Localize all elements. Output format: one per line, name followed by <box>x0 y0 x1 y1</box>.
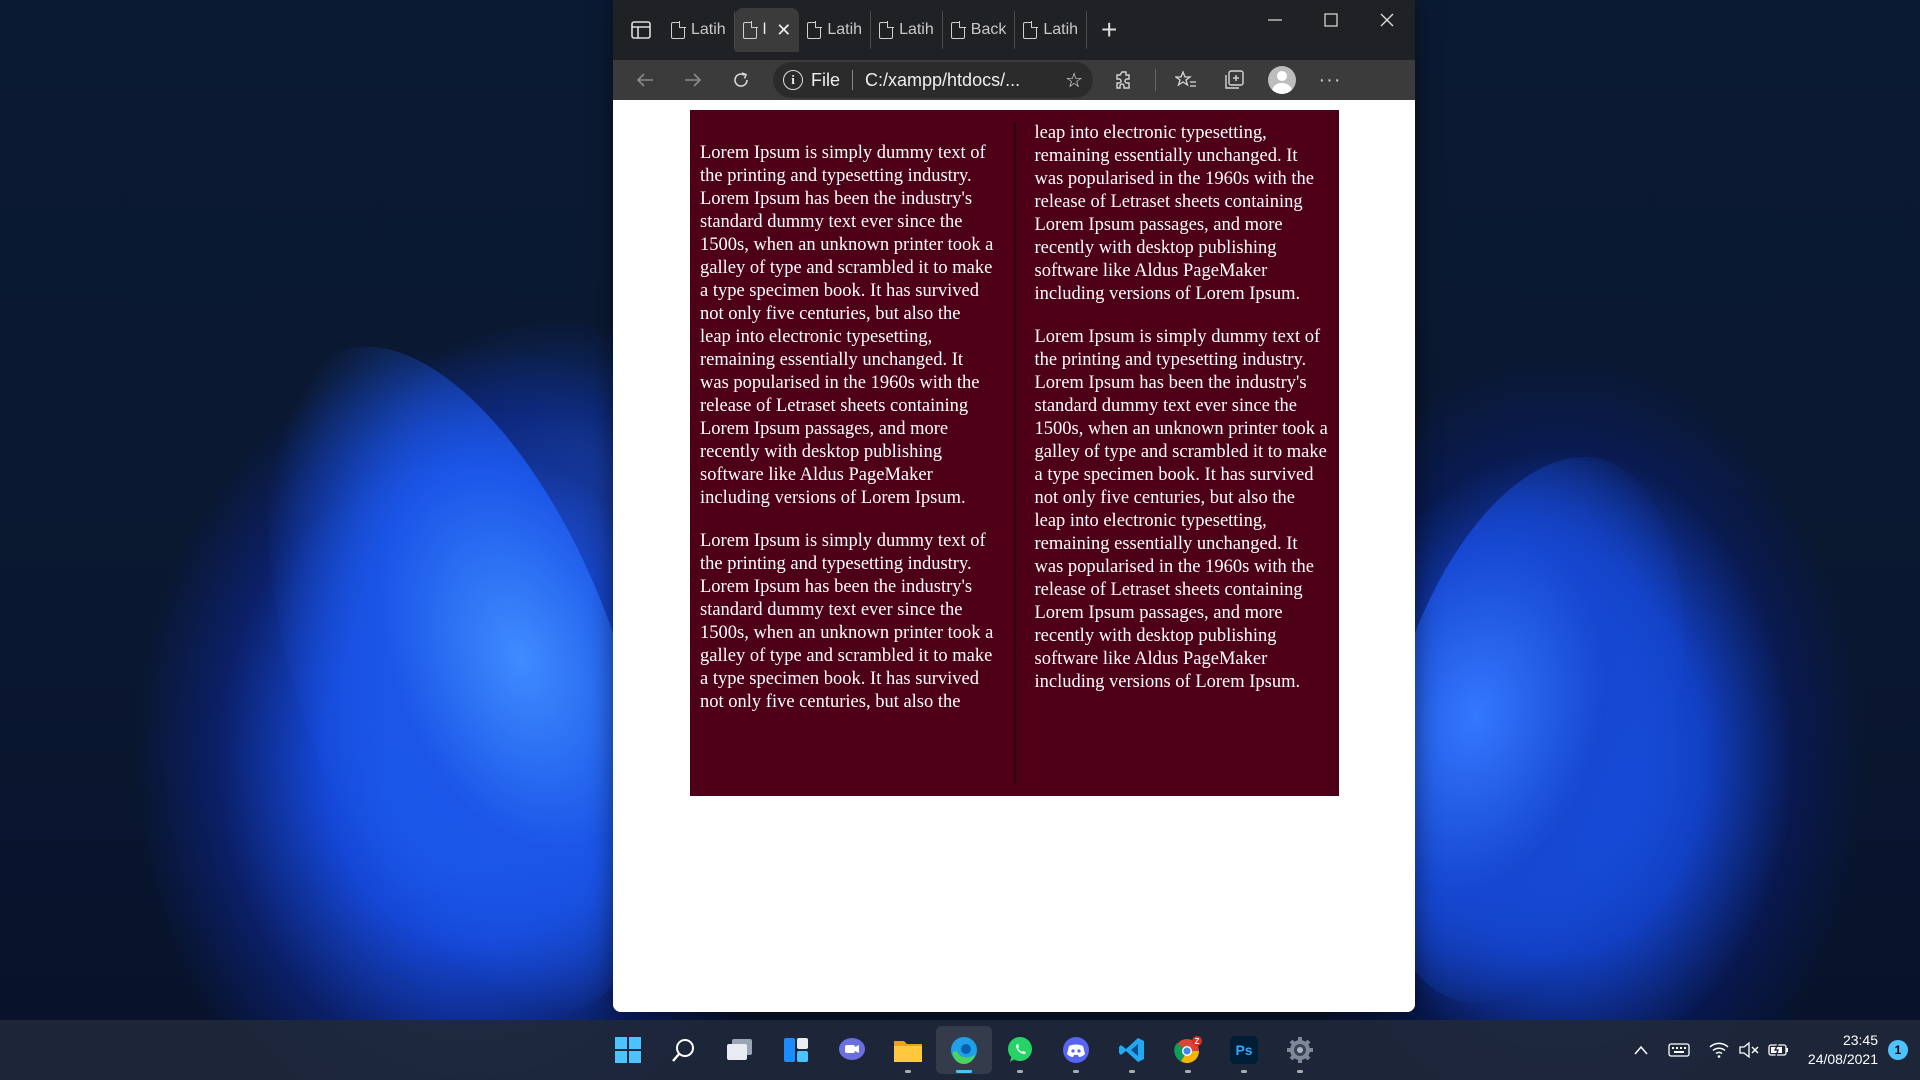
browser-window: Latih l ✕ Latih Latih Back Latih + i Fil… <box>613 0 1415 1012</box>
page-icon <box>950 20 966 39</box>
back-button[interactable] <box>621 60 669 100</box>
task-view-icon <box>727 1039 752 1060</box>
clock[interactable]: 23:45 24/08/2021 <box>1808 1031 1878 1069</box>
address-scheme-label: File <box>811 69 841 90</box>
clock-time: 23:45 <box>1842 1032 1878 1048</box>
windows-logo-icon <box>615 1037 641 1063</box>
tab-2-active[interactable]: l ✕ <box>734 8 800 52</box>
whatsapp-icon <box>1008 1037 1032 1062</box>
file-explorer-button[interactable] <box>880 1026 936 1074</box>
content-box: Lorem Ipsum is simply dummy text of the … <box>690 110 1339 796</box>
battery-charging-icon[interactable] <box>1764 1043 1794 1057</box>
chrome-button[interactable]: Z <box>1160 1026 1216 1074</box>
tab-title: Latih <box>1043 21 1079 38</box>
info-icon[interactable]: i <box>783 70 803 90</box>
address-divider <box>852 70 854 90</box>
new-tab-button[interactable]: + <box>1101 14 1117 46</box>
paragraph: Lorem Ipsum is simply dummy text of the … <box>1034 327 1328 692</box>
tab-title: l <box>762 21 767 38</box>
running-indicator <box>905 1070 911 1073</box>
add-favorite-icon[interactable]: ☆ <box>1065 68 1083 93</box>
favorites-icon[interactable] <box>1162 60 1210 100</box>
edge-icon <box>951 1037 977 1065</box>
avatar <box>1268 66 1296 94</box>
running-indicator <box>1129 1070 1135 1073</box>
browser-toolbar: i File C:/xampp/htdocs/... ☆ ··· <box>613 60 1415 100</box>
start-button[interactable] <box>600 1026 656 1074</box>
browser-titlebar: Latih l ✕ Latih Latih Back Latih + <box>613 0 1415 60</box>
address-bar[interactable]: i File C:/xampp/htdocs/... ☆ <box>773 62 1093 98</box>
chat-icon <box>839 1038 865 1060</box>
clock-date: 24/08/2021 <box>1807 1051 1878 1067</box>
tab-4[interactable]: Latih <box>871 11 943 49</box>
discord-button[interactable] <box>1048 1026 1104 1074</box>
vscode-button[interactable] <box>1104 1026 1160 1074</box>
page-icon <box>671 20 686 39</box>
tab-title: Back <box>970 21 1007 38</box>
settings-gear-icon <box>1287 1037 1313 1063</box>
settings-button[interactable] <box>1272 1026 1328 1074</box>
tab-actions-icon[interactable] <box>619 8 663 52</box>
taskbar-apps: Z Ps <box>600 1020 1328 1080</box>
maximize-button[interactable] <box>1303 0 1359 40</box>
window-controls <box>1247 0 1415 40</box>
profile-button[interactable] <box>1258 60 1306 100</box>
chrome-icon: Z <box>1174 1036 1202 1064</box>
page-icon <box>807 20 823 39</box>
notification-badge[interactable]: 1 <box>1888 1040 1908 1060</box>
more-menu-icon[interactable]: ··· <box>1306 60 1354 100</box>
close-window-button[interactable] <box>1359 0 1415 40</box>
task-view-button[interactable] <box>712 1026 768 1074</box>
chevron-up-icon[interactable] <box>1626 1045 1656 1055</box>
page-viewport: Lorem Ipsum is simply dummy text of the … <box>613 100 1415 1012</box>
paragraph: Lorem Ipsum is simply dummy text of the … <box>700 143 994 508</box>
running-indicator <box>1073 1070 1079 1073</box>
running-indicator <box>1017 1070 1023 1073</box>
search-icon <box>672 1039 694 1062</box>
running-indicator <box>1241 1070 1247 1073</box>
collections-icon[interactable] <box>1210 60 1258 100</box>
system-tray: 23:45 24/08/2021 1 <box>1626 1020 1908 1080</box>
taskbar: Z Ps 23:45 24/08/2021 1 <box>0 1020 1920 1080</box>
discord-icon <box>1063 1037 1089 1063</box>
folder-icon <box>894 1041 922 1062</box>
running-indicator <box>1185 1070 1191 1073</box>
tab-6[interactable]: Latih <box>1015 11 1088 49</box>
toolbar-divider <box>1155 69 1156 91</box>
keyboard-icon[interactable] <box>1664 1043 1694 1057</box>
photoshop-icon: Ps <box>1230 1036 1258 1064</box>
page-icon <box>879 20 895 39</box>
minimize-button[interactable] <box>1247 0 1303 40</box>
refresh-button[interactable] <box>717 60 765 100</box>
vscode-icon <box>1119 1038 1144 1062</box>
tab-5[interactable]: Back <box>943 11 1016 49</box>
volume-muted-icon[interactable] <box>1734 1042 1764 1058</box>
close-tab-icon[interactable]: ✕ <box>776 20 791 41</box>
page-icon <box>1023 20 1039 39</box>
running-indicator <box>956 1070 972 1073</box>
search-button[interactable] <box>656 1026 712 1074</box>
address-url[interactable]: C:/xampp/htdocs/... <box>865 70 1059 91</box>
tab-3[interactable]: Latih <box>799 11 872 49</box>
tab-title: Latih <box>827 21 863 38</box>
tab-1[interactable]: Latih <box>663 11 735 49</box>
wifi-icon[interactable] <box>1704 1042 1734 1058</box>
whatsapp-button[interactable] <box>992 1026 1048 1074</box>
running-indicator <box>1297 1070 1303 1073</box>
forward-button[interactable] <box>669 60 717 100</box>
edge-button[interactable] <box>936 1026 992 1074</box>
photoshop-button[interactable]: Ps <box>1216 1026 1272 1074</box>
tab-title: Latih <box>899 21 934 38</box>
tab-title: Latih <box>691 21 726 38</box>
chrome-badge: Z <box>1195 1037 1200 1046</box>
page-icon <box>742 20 758 39</box>
chat-button[interactable] <box>824 1026 880 1074</box>
extensions-icon[interactable] <box>1101 60 1149 100</box>
widgets-icon <box>784 1038 808 1062</box>
widgets-button[interactable] <box>768 1026 824 1074</box>
